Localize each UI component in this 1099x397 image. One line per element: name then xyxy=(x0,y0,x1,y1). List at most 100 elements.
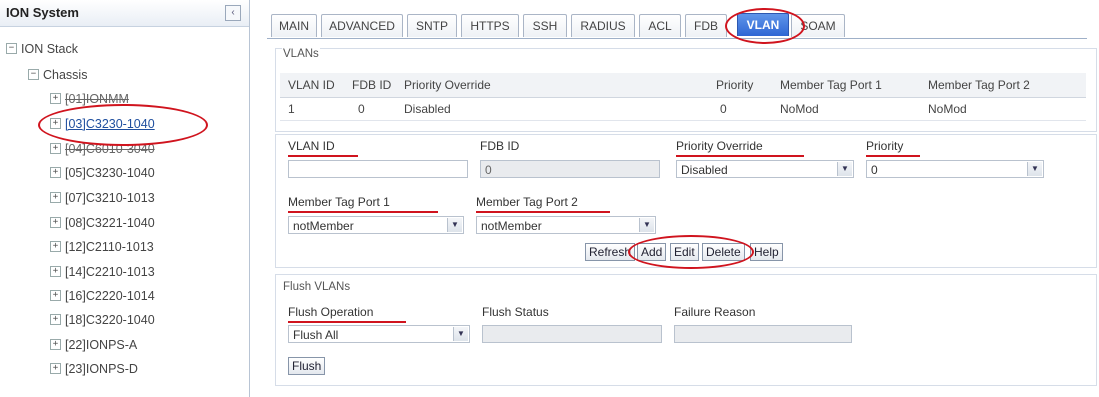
tree-item-chassis[interactable]: − Chassis xyxy=(28,64,87,84)
column-header[interactable]: Priority Override xyxy=(404,73,491,97)
expand-toggle-icon[interactable]: + xyxy=(50,266,61,278)
fdb-id-label: FDB ID xyxy=(480,139,520,153)
help-button[interactable]: Help xyxy=(750,243,783,261)
expand-toggle-icon[interactable]: + xyxy=(50,363,61,375)
tree-item-label: [12]C2110-1013 xyxy=(65,239,154,254)
tree-item-23-ionps-d[interactable]: + [23]IONPS-D xyxy=(50,358,138,378)
vlans-table-header: VLAN ID FDB ID Priority Override Priorit… xyxy=(280,73,1086,98)
tree-item-22-ionps-a[interactable]: + [22]IONPS-A xyxy=(50,334,137,354)
tree-item-label: [18]C3220-1040 xyxy=(65,312,155,327)
expand-toggle-icon[interactable]: + xyxy=(50,314,61,326)
chevron-down-icon: ▼ xyxy=(453,327,468,341)
expand-toggle-icon[interactable]: + xyxy=(50,167,61,179)
column-header[interactable]: VLAN ID xyxy=(288,73,335,97)
annotation-underline xyxy=(676,155,804,157)
flush-operation-label: Flush Operation xyxy=(288,305,374,319)
member-tag-port-1-select[interactable]: notMember ▼ xyxy=(288,216,464,234)
tab-main[interactable]: MAIN xyxy=(271,14,317,37)
cell-fdb-id: 0 xyxy=(358,102,365,116)
priority-override-select[interactable]: Disabled ▼ xyxy=(676,160,854,178)
expand-toggle-icon[interactable]: + xyxy=(50,93,61,105)
annotation-underline xyxy=(288,211,438,213)
tree-item-ion-stack[interactable]: − ION Stack xyxy=(6,38,78,58)
flush-status-label: Flush Status xyxy=(482,305,549,319)
fdb-id-input: 0 xyxy=(480,160,660,178)
expand-toggle-icon[interactable]: + xyxy=(50,217,61,229)
tab-ssh[interactable]: SSH xyxy=(523,14,567,37)
chevron-down-icon: ▼ xyxy=(1027,162,1042,176)
flush-operation-select[interactable]: Flush All ▼ xyxy=(288,325,470,343)
tree-item-label: ION Stack xyxy=(21,41,78,56)
tree-item-label: [23]IONPS-D xyxy=(65,361,138,376)
flush-operation-value: Flush All xyxy=(293,328,339,342)
priority-override-value: Disabled xyxy=(681,163,728,177)
tree-item-label: [08]C3221-1040 xyxy=(65,215,155,230)
tab-acl[interactable]: ACL xyxy=(639,14,681,37)
priority-label: Priority xyxy=(866,139,904,153)
tab-sntp[interactable]: SNTP xyxy=(407,14,457,37)
vlan-id-input[interactable] xyxy=(288,160,468,178)
member-tag-port-1-label: Member Tag Port 1 xyxy=(288,195,390,209)
main-content: MAIN ADVANCED SNTP HTTPS SSH RADIUS ACL … xyxy=(267,0,1099,397)
tab-bar: MAIN ADVANCED SNTP HTTPS SSH RADIUS ACL … xyxy=(267,10,1087,39)
vlan-edit-form: VLAN ID FDB ID 0 Priority Override Disab… xyxy=(275,134,1097,269)
member-tag-port-1-value: notMember xyxy=(293,219,354,233)
tab-https[interactable]: HTTPS xyxy=(461,14,519,37)
flush-vlans-legend: Flush VLANs xyxy=(282,281,352,293)
vlan-id-label: VLAN ID xyxy=(288,139,335,153)
tree-item-05-c3230-1040[interactable]: + [05]C3230-1040 xyxy=(50,162,155,182)
failure-reason-field xyxy=(674,325,852,343)
tree-item-07-c3210-1013[interactable]: + [07]C3210-1013 xyxy=(50,187,155,207)
collapse-panel-icon[interactable]: ‹ xyxy=(225,5,241,21)
expand-toggle-icon[interactable]: + xyxy=(50,192,61,204)
failure-reason-label: Failure Reason xyxy=(674,305,756,319)
annotation-ellipse xyxy=(38,104,208,146)
priority-select[interactable]: 0 ▼ xyxy=(866,160,1044,178)
cell-member-tag-port-2: NoMod xyxy=(928,102,967,116)
tree-item-12-c2110-1013[interactable]: + [12]C2110-1013 xyxy=(50,236,154,256)
column-header[interactable]: FDB ID xyxy=(352,73,391,97)
cell-member-tag-port-1: NoMod xyxy=(780,102,819,116)
column-header[interactable]: Priority xyxy=(716,73,753,97)
expand-toggle-icon[interactable]: + xyxy=(50,241,61,253)
tree-item-label: [16]C2220-1014 xyxy=(65,288,155,303)
vlans-legend: VLANs xyxy=(282,48,320,60)
tree-item-14-c2210-1013[interactable]: + [14]C2210-1013 xyxy=(50,261,155,281)
tree-item-16-c2220-1014[interactable]: + [16]C2220-1014 xyxy=(50,285,155,305)
member-tag-port-2-value: notMember xyxy=(481,219,542,233)
flush-status-field xyxy=(482,325,662,343)
tree-item-label: [14]C2210-1013 xyxy=(65,264,155,279)
tree-item-18-c3220-1040[interactable]: + [18]C3220-1040 xyxy=(50,309,155,329)
chevron-down-icon: ▼ xyxy=(639,218,654,232)
annotation-underline xyxy=(476,211,610,213)
tree-panel: ION System ‹ − ION Stack − Chassis + [01]IO… xyxy=(0,0,250,397)
column-header[interactable]: Member Tag Port 2 xyxy=(928,73,1030,97)
flush-button[interactable]: Flush xyxy=(288,357,326,375)
chevron-down-icon: ▼ xyxy=(837,162,852,176)
tree-item-08-c3221-1040[interactable]: + [08]C3221-1040 xyxy=(50,212,155,232)
chevron-down-icon: ▼ xyxy=(447,218,462,232)
collapse-toggle-icon[interactable]: − xyxy=(6,43,17,55)
cell-priority: 0 xyxy=(720,102,727,116)
priority-override-label: Priority Override xyxy=(676,139,763,153)
collapse-toggle-icon[interactable]: − xyxy=(28,69,39,81)
tab-advanced[interactable]: ADVANCED xyxy=(321,14,403,37)
column-header[interactable]: Member Tag Port 1 xyxy=(780,73,882,97)
tab-fdb[interactable]: FDB xyxy=(685,14,727,37)
tree-item-label: [05]C3230-1040 xyxy=(65,165,155,180)
annotation-ellipse xyxy=(628,235,754,269)
expand-toggle-icon[interactable]: + xyxy=(50,339,61,351)
annotation-ellipse xyxy=(725,8,805,44)
annotation-underline xyxy=(866,155,920,157)
vlans-group: VLANs VLAN ID FDB ID Priority Override P… xyxy=(275,48,1097,132)
tree-item-label: [07]C3210-1013 xyxy=(65,190,155,205)
tree-panel-header: ION System ‹ xyxy=(0,0,249,27)
expand-toggle-icon[interactable]: + xyxy=(50,290,61,302)
table-row[interactable]: 1 0 Disabled 0 NoMod NoMod xyxy=(280,98,1086,121)
tree-panel-title: ION System xyxy=(6,5,79,20)
member-tag-port-2-select[interactable]: notMember ▼ xyxy=(476,216,656,234)
expand-toggle-icon[interactable]: + xyxy=(50,143,61,155)
priority-value: 0 xyxy=(871,163,878,177)
annotation-underline xyxy=(288,155,358,157)
tab-radius[interactable]: RADIUS xyxy=(571,14,635,37)
